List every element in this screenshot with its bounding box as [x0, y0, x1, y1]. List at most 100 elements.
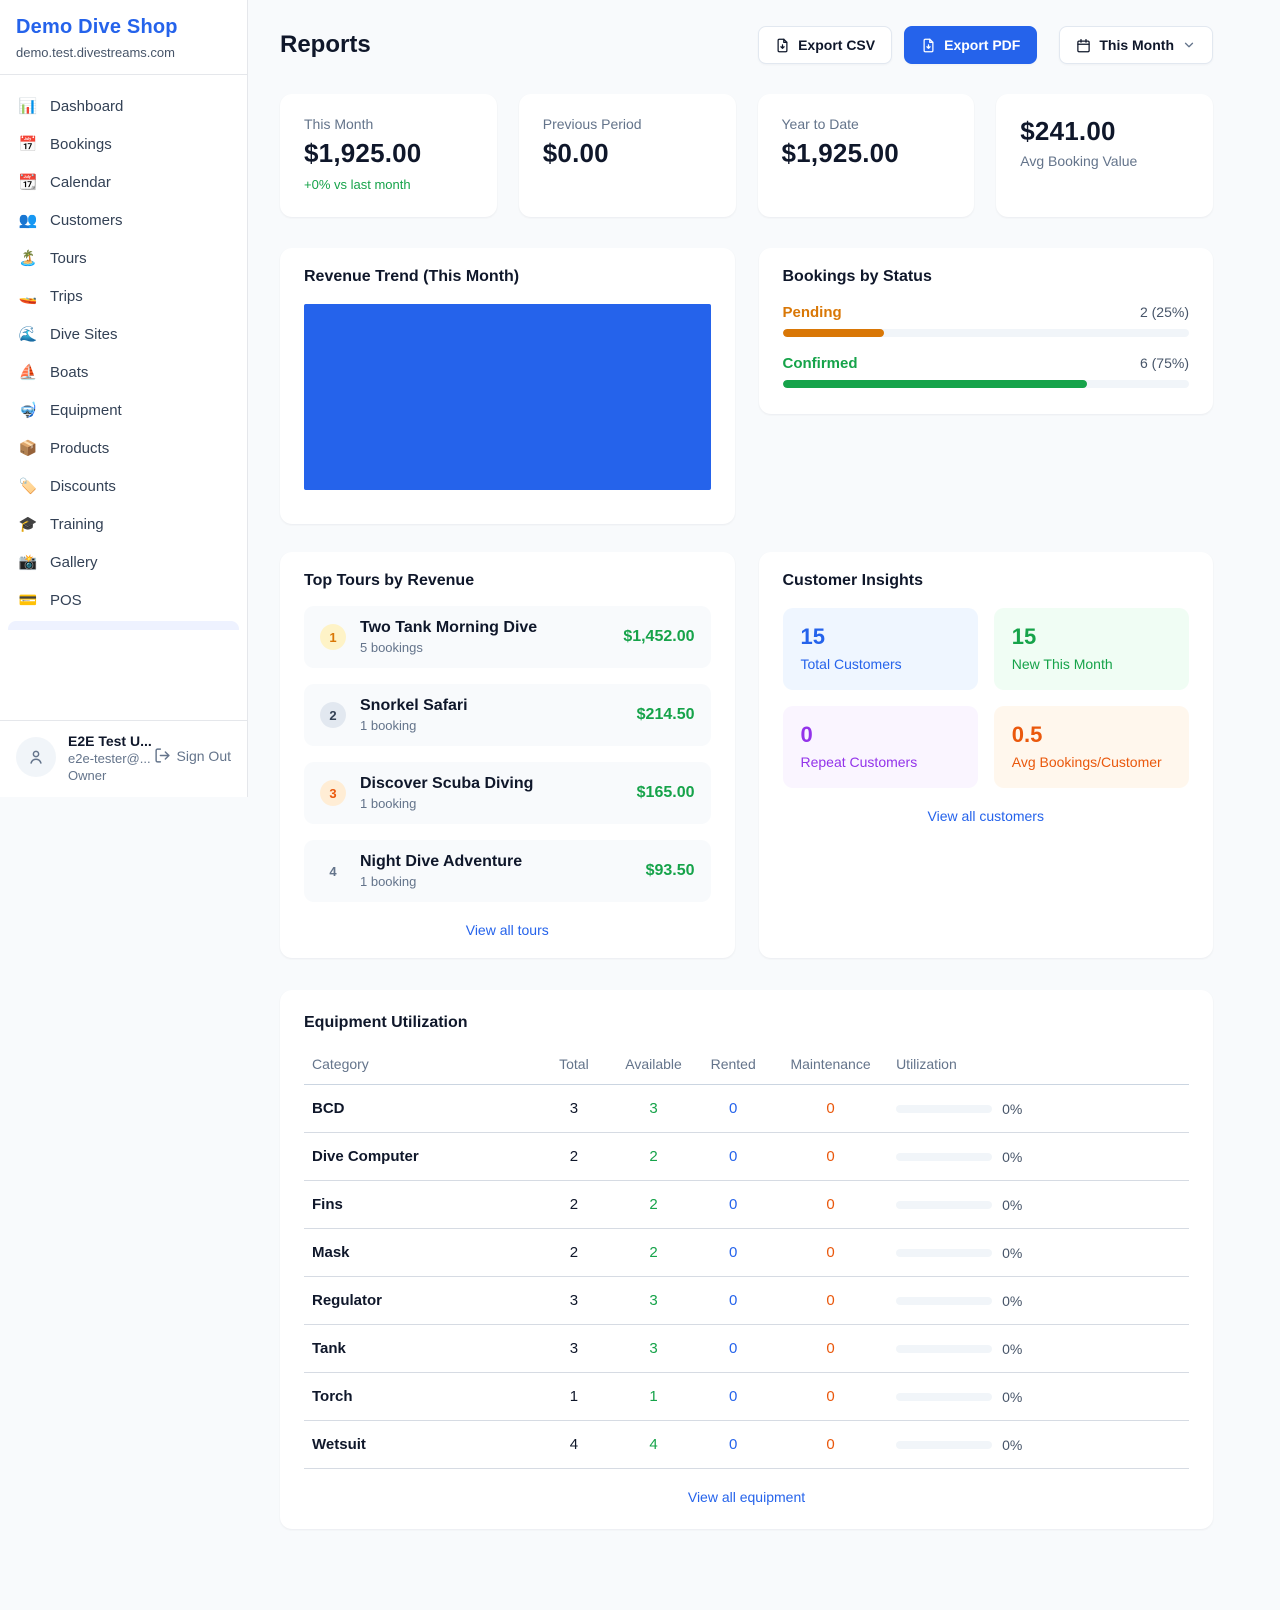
shop-name: Demo Dive Shop: [16, 16, 231, 39]
equipment-table-row: Mask 2 2 0 0 0%: [304, 1229, 1189, 1277]
revenue-trend-title: Revenue Trend (This Month): [304, 268, 711, 286]
nav-item-label: Customers: [50, 212, 123, 229]
cell-maintenance: 0: [773, 1133, 888, 1181]
column-header-category: Category: [304, 1046, 534, 1085]
sign-out-button[interactable]: Sign Out: [154, 747, 231, 764]
logout-icon: [154, 747, 171, 764]
sidebar-nav-item[interactable]: 📆 Calendar: [8, 163, 239, 201]
shop-domain: demo.test.divestreams.com: [16, 45, 231, 60]
status-row: Pending 2 (25%): [783, 304, 1190, 337]
user-name: E2E Test U...: [68, 733, 142, 749]
sidebar-nav-item[interactable]: 📦 Products: [8, 429, 239, 467]
sidebar-nav-item[interactable]: 📸 Gallery: [8, 543, 239, 581]
top-tours-card: Top Tours by Revenue 1 Two Tank Morning …: [280, 552, 735, 958]
cell-category: BCD: [304, 1085, 534, 1133]
sidebar-nav-item[interactable]: 🤿 Equipment: [8, 391, 239, 429]
sidebar-nav-item[interactable]: 📅 Bookings: [8, 125, 239, 163]
calendar-icon: [1076, 38, 1091, 53]
cell-rented: 0: [693, 1085, 773, 1133]
nav-item-icon: 📸: [18, 553, 38, 571]
insight-value: 0.5: [1012, 722, 1171, 748]
nav-item-label: Calendar: [50, 174, 111, 191]
cell-rented: 0: [693, 1229, 773, 1277]
cell-available: 2: [614, 1181, 694, 1229]
cell-rented: 0: [693, 1133, 773, 1181]
view-all-tours-link[interactable]: View all tours: [304, 902, 711, 938]
charts-row: Revenue Trend (This Month) Bookings by S…: [280, 248, 1213, 524]
nav-item-label: Discounts: [50, 478, 116, 495]
nav-item-label: Tours: [50, 250, 87, 267]
stat-card-year-to-date: Year to Date $1,925.00: [758, 94, 975, 217]
status-progress-track: [783, 329, 1190, 337]
equipment-table-row: Tank 3 3 0 0 0%: [304, 1325, 1189, 1373]
cell-available: 3: [614, 1325, 694, 1373]
export-pdf-button[interactable]: Export PDF: [904, 26, 1037, 64]
sidebar-nav-item[interactable]: 👥 Customers: [8, 201, 239, 239]
cell-rented: 0: [693, 1277, 773, 1325]
nav-item-icon: 💳: [18, 591, 38, 609]
tour-name: Snorkel Safari: [360, 697, 623, 715]
nav-item-icon: 🏝️: [18, 249, 38, 267]
period-select[interactable]: This Month: [1059, 26, 1213, 64]
cell-category: Dive Computer: [304, 1133, 534, 1181]
sidebar-nav-item[interactable]: 🏷️ Discounts: [8, 467, 239, 505]
cell-maintenance: 0: [773, 1373, 888, 1421]
cell-rented: 0: [693, 1421, 773, 1469]
tour-rank-badge: 1: [320, 624, 346, 650]
tour-rank-badge: 4: [320, 858, 346, 884]
tour-rank-badge: 2: [320, 702, 346, 728]
sidebar-nav-item[interactable]: 🚤 Trips: [8, 277, 239, 315]
view-all-customers-link[interactable]: View all customers: [783, 808, 1190, 824]
cell-available: 2: [614, 1133, 694, 1181]
nav-item-label: Products: [50, 440, 109, 457]
utilization-percent: 0%: [1002, 1389, 1022, 1405]
view-all-equipment-link[interactable]: View all equipment: [304, 1489, 1189, 1505]
nav-item-label: Dashboard: [50, 98, 123, 115]
tour-bookings: 5 bookings: [360, 640, 609, 655]
equipment-table-row: Regulator 3 3 0 0 0%: [304, 1277, 1189, 1325]
nav-item-icon: 🤿: [18, 401, 38, 419]
equipment-table-row: Fins 2 2 0 0 0%: [304, 1181, 1189, 1229]
cell-utilization: 0%: [888, 1181, 1189, 1229]
cell-category: Regulator: [304, 1277, 534, 1325]
insight-value: 15: [801, 624, 960, 650]
sidebar-nav-item[interactable]: 🌊 Dive Sites: [8, 315, 239, 353]
export-csv-button[interactable]: Export CSV: [758, 26, 892, 64]
sidebar-nav-item[interactable]: 🏝️ Tours: [8, 239, 239, 277]
utilization-percent: 0%: [1002, 1149, 1022, 1165]
sidebar-nav-item[interactable]: 📊 Dashboard: [8, 87, 239, 125]
period-label: This Month: [1099, 37, 1174, 53]
insight-value: 15: [1012, 624, 1171, 650]
customer-insights-title: Customer Insights: [783, 572, 1190, 590]
stat-card-avg-booking-value: $241.00 Avg Booking Value: [996, 94, 1213, 217]
cell-category: Fins: [304, 1181, 534, 1229]
sidebar-nav-item[interactable]: ⛵ Boats: [8, 353, 239, 391]
cell-total: 2: [534, 1181, 614, 1229]
nav-item-label: POS: [50, 592, 82, 609]
sidebar: Demo Dive Shop demo.test.divestreams.com…: [0, 0, 248, 797]
equipment-table-row: Torch 1 1 0 0 0%: [304, 1373, 1189, 1421]
stat-value: $1,925.00: [782, 138, 951, 169]
tour-name: Night Dive Adventure: [360, 853, 632, 871]
sign-out-label: Sign Out: [177, 748, 231, 764]
stat-delta: +0% vs last month: [304, 177, 473, 192]
tour-bookings: 1 booking: [360, 874, 632, 889]
sidebar-nav-item[interactable]: 🎓 Training: [8, 505, 239, 543]
nav-item-icon: 📦: [18, 439, 38, 457]
bookings-by-status-card: Bookings by Status Pending 2 (25%) Confi…: [759, 248, 1214, 414]
cell-rented: 0: [693, 1181, 773, 1229]
sidebar-nav-item[interactable]: 💳 POS: [8, 581, 239, 619]
cell-utilization: 0%: [888, 1325, 1189, 1373]
equipment-utilization-title: Equipment Utilization: [304, 1014, 1189, 1032]
cell-utilization: 0%: [888, 1277, 1189, 1325]
utilization-track: [896, 1105, 992, 1113]
sidebar-item-reports-partial[interactable]: [8, 621, 239, 630]
tour-rank-badge: 3: [320, 780, 346, 806]
export-pdf-label: Export PDF: [944, 37, 1020, 53]
tour-revenue: $214.50: [637, 706, 695, 724]
cell-available: 1: [614, 1373, 694, 1421]
utilization-percent: 0%: [1002, 1437, 1022, 1453]
utilization-percent: 0%: [1002, 1101, 1022, 1117]
customer-insights-card: Customer Insights 15 Total Customers 15 …: [759, 552, 1214, 958]
stat-label: Previous Period: [543, 116, 712, 132]
